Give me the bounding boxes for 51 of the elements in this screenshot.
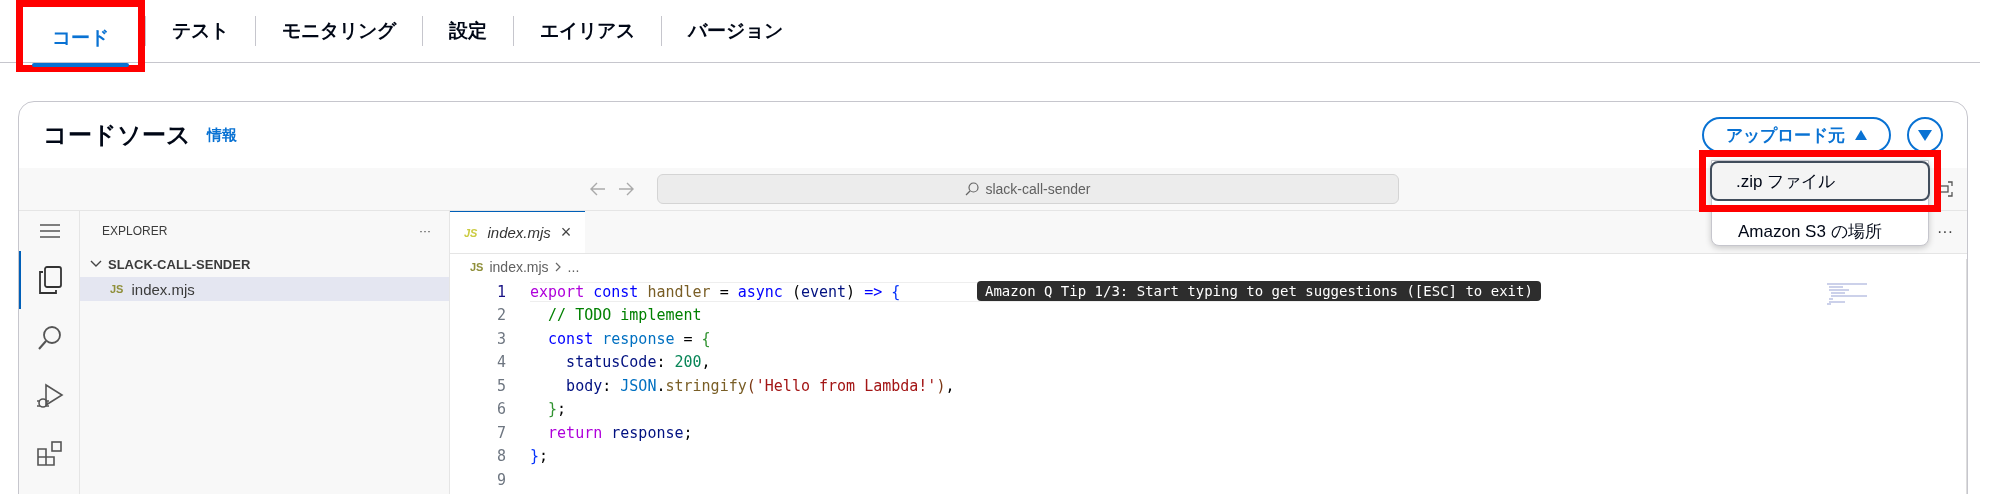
run-debug-icon[interactable]: [36, 382, 64, 410]
menu-item[interactable]: .zip ファイル: [1710, 161, 1930, 201]
code-line: body: JSON.stringify('Hello from Lambda!'),: [565, 376, 955, 395]
tab[interactable]: テスト: [146, 0, 255, 62]
tooltip: Amazon Q Tip 1/3: Start typing to get suggestions ([ESC] to exit): [977, 281, 1541, 301]
upload-button[interactable]: アップロード元: [1702, 117, 1891, 153]
chevron-icon: [90, 260, 102, 268]
dropdown-button[interactable]: [1907, 117, 1943, 153]
code-line: };: [530, 447, 549, 466]
tab[interactable]: モニタリング: [256, 0, 422, 62]
more-button[interactable]: ···: [419, 224, 431, 238]
code-line: // TODO implement: [547, 306, 702, 325]
line-number: 6: [495, 400, 507, 419]
line-number: 7: [495, 423, 507, 442]
breadcrumb-more[interactable]: ...: [567, 259, 580, 275]
search-icon[interactable]: [37, 325, 63, 351]
info-link[interactable]: 情報: [207, 125, 237, 145]
code-line: statusCode: 200,: [565, 353, 711, 372]
line-number: 4: [495, 353, 507, 372]
more-button[interactable]: ···: [1937, 223, 1953, 241]
editor-tab[interactable]: JS index.mjs ×: [450, 211, 586, 253]
caret-icon: [1855, 130, 1867, 140]
tab[interactable]: バージョン: [662, 0, 809, 62]
panel-title: コードソース: [43, 120, 191, 150]
line-number: 8: [495, 447, 507, 466]
code-line: };: [547, 400, 567, 419]
line-number: 3: [495, 329, 507, 348]
close-button[interactable]: ×: [560, 222, 572, 243]
chevron-icon: [554, 262, 562, 272]
explorer-title: EXPLORER: [102, 224, 168, 238]
caret-icon: [1918, 129, 1932, 141]
line-number: 5: [495, 376, 507, 395]
files-icon[interactable]: [38, 266, 62, 294]
line-number: 9: [495, 470, 507, 489]
tab[interactable]: コード: [26, 7, 135, 69]
breadcrumb-file[interactable]: index.mjs: [489, 259, 549, 275]
folder-item[interactable]: SLACK-CALL-SENDER: [80, 251, 449, 277]
file-item[interactable]: JS index.mjs: [80, 277, 449, 301]
code-line: const response = {: [547, 329, 711, 348]
search-icon: [965, 182, 980, 196]
search-value: slack-call-sender: [985, 181, 1091, 197]
code-line: return response;: [547, 423, 693, 442]
menu-item[interactable]: Amazon S3 の場所: [1712, 218, 1928, 245]
extensions-icon[interactable]: [37, 441, 63, 467]
tab[interactable]: 設定: [423, 0, 513, 62]
line-number: 2: [495, 306, 507, 325]
file-type-label: JS: [470, 261, 484, 273]
tab[interactable]: エイリアス: [514, 0, 661, 62]
line-number: 1: [495, 282, 507, 301]
search-field[interactable]: slack-call-sender: [657, 174, 1399, 204]
menu-icon[interactable]: [40, 224, 60, 238]
